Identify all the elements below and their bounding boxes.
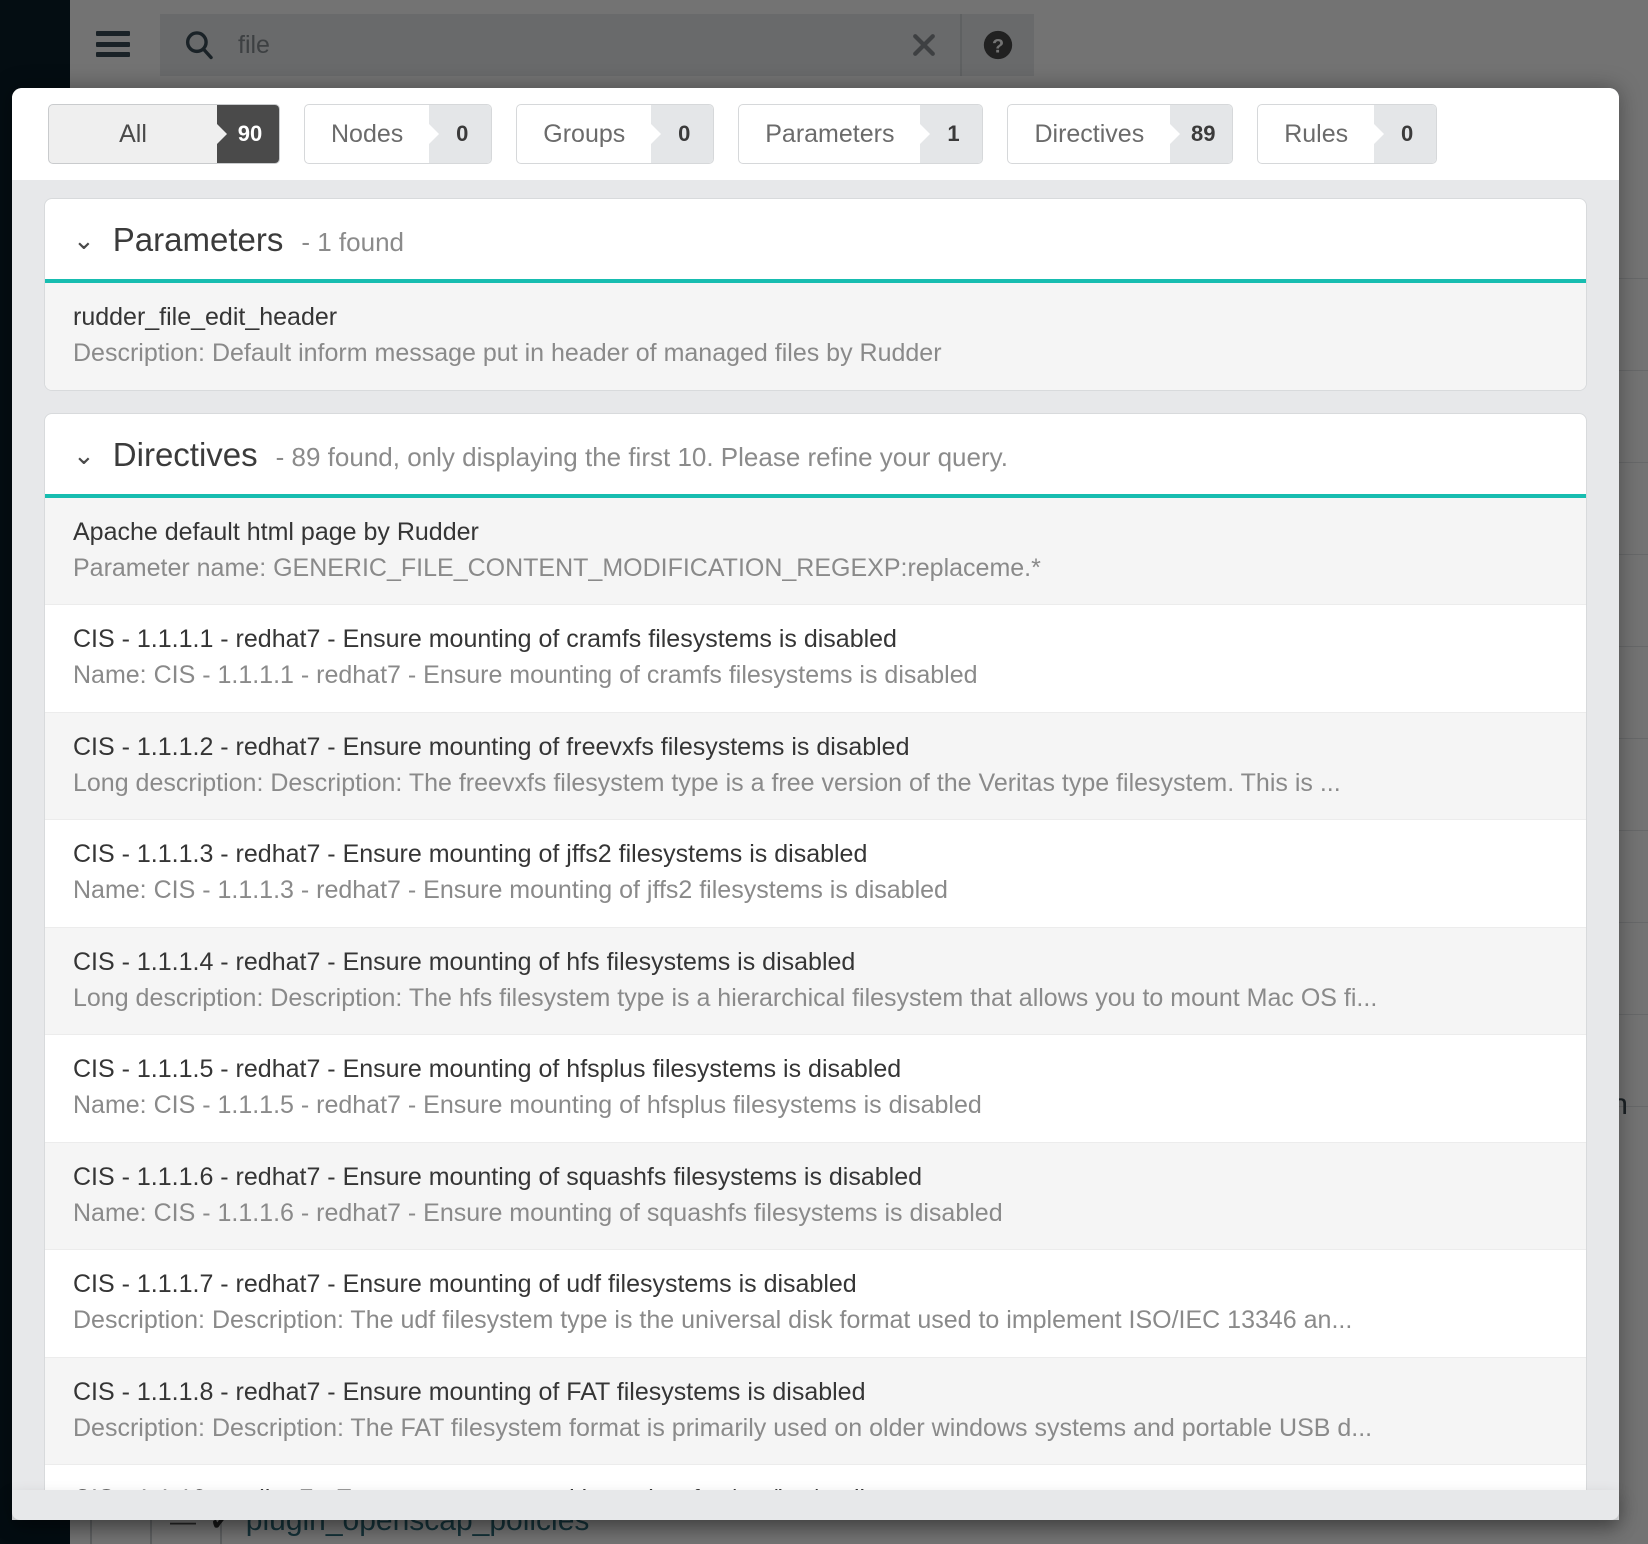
result-item-title: rudder_file_edit_header [73, 299, 1558, 335]
result-section-directives: ⌄ Directives - 89 found, only displaying t… [44, 413, 1587, 1521]
result-item-description: Description: Description: The FAT filesy… [73, 1410, 1558, 1446]
tab-count-badge: 1 [920, 105, 982, 163]
result-section-parameters: ⌄ Parameters - 1 found rudder_file_edit_hea… [44, 198, 1587, 391]
result-item-title: CIS - 1.1.1.4 - redhat7 - Ensure mountin… [73, 944, 1558, 980]
result-item-title: CIS - 1.1.1.3 - redhat7 - Ensure mountin… [73, 836, 1558, 872]
tab-nodes[interactable]: Nodes0 [304, 104, 492, 164]
result-item-title: CIS - 1.1.1.1 - redhat7 - Ensure mountin… [73, 621, 1558, 657]
section-header[interactable]: ⌄ Parameters - 1 found [45, 199, 1586, 283]
result-item[interactable]: CIS - 1.1.1.8 - redhat7 - Ensure mountin… [45, 1358, 1586, 1466]
results-list: ⌄ Parameters - 1 found rudder_file_edit_hea… [12, 180, 1619, 1520]
result-item-description: Description: Default inform message put … [73, 335, 1558, 371]
tab-label: Parameters [739, 105, 920, 163]
result-item[interactable]: CIS - 1.1.1.5 - redhat7 - Ensure mountin… [45, 1035, 1586, 1143]
result-item-title: CIS - 1.1.1.2 - redhat7 - Ensure mountin… [73, 729, 1558, 765]
result-item[interactable]: CIS - 1.1.1.1 - redhat7 - Ensure mountin… [45, 605, 1586, 713]
result-item[interactable]: CIS - 1.1.1.3 - redhat7 - Ensure mountin… [45, 820, 1586, 928]
result-item[interactable]: CIS - 1.1.1.2 - redhat7 - Ensure mountin… [45, 713, 1586, 821]
search-results-modal: All90Nodes0Groups0Parameters1Directives8… [12, 88, 1619, 1520]
result-item-title: Apache default html page by Rudder [73, 514, 1558, 550]
section-subtitle: - 1 found [301, 227, 404, 258]
app-root: ? F an — [0, 0, 1648, 1544]
section-title: Directives [113, 436, 258, 474]
result-item-description: Name: CIS - 1.1.1.3 - redhat7 - Ensure m… [73, 872, 1558, 908]
tab-rules[interactable]: Rules0 [1257, 104, 1437, 164]
result-item[interactable]: CIS - 1.1.1.4 - redhat7 - Ensure mountin… [45, 928, 1586, 1036]
tab-groups[interactable]: Groups0 [516, 104, 714, 164]
tab-all[interactable]: All90 [48, 104, 280, 164]
result-item-description: Parameter name: GENERIC_FILE_CONTENT_MOD… [73, 550, 1558, 586]
result-item-description: Name: CIS - 1.1.1.1 - redhat7 - Ensure m… [73, 657, 1558, 693]
tab-label: Groups [517, 105, 651, 163]
chevron-down-icon[interactable]: ⌄ [73, 442, 95, 468]
chevron-down-icon[interactable]: ⌄ [73, 227, 95, 253]
tab-label: All [49, 105, 217, 163]
result-item[interactable]: CIS - 1.1.1.7 - redhat7 - Ensure mountin… [45, 1250, 1586, 1358]
result-item-title: CIS - 1.1.1.7 - redhat7 - Ensure mountin… [73, 1266, 1558, 1302]
result-item-title: CIS - 1.1.1.8 - redhat7 - Ensure mountin… [73, 1374, 1558, 1410]
tab-directives[interactable]: Directives89 [1007, 104, 1233, 164]
tab-parameters[interactable]: Parameters1 [738, 104, 983, 164]
tab-count-badge: 0 [651, 105, 713, 163]
section-subtitle: - 89 found, only displaying the first 10… [276, 442, 1008, 473]
result-item-description: Name: CIS - 1.1.1.5 - redhat7 - Ensure m… [73, 1087, 1558, 1123]
result-item-description: Description: Description: The udf filesy… [73, 1302, 1558, 1338]
result-item[interactable]: Apache default html page by RudderParame… [45, 498, 1586, 606]
tab-label: Nodes [305, 105, 429, 163]
tab-count-badge: 89 [1170, 105, 1232, 163]
tab-count-badge: 0 [1374, 105, 1436, 163]
tab-count-badge: 0 [429, 105, 491, 163]
section-title: Parameters [113, 221, 284, 259]
result-item-title: CIS - 1.1.1.6 - redhat7 - Ensure mountin… [73, 1159, 1558, 1195]
result-item[interactable]: rudder_file_edit_headerDescription: Defa… [45, 283, 1586, 390]
modal-bottom-edge [12, 1490, 1619, 1520]
tab-count-badge: 90 [217, 105, 279, 163]
result-item[interactable]: CIS - 1.1.1.6 - redhat7 - Ensure mountin… [45, 1143, 1586, 1251]
result-item-title: CIS - 1.1.1.5 - redhat7 - Ensure mountin… [73, 1051, 1558, 1087]
result-item-description: Long description: Description: The hfs f… [73, 980, 1558, 1016]
tab-label: Directives [1008, 105, 1170, 163]
result-item-description: Long description: Description: The freev… [73, 765, 1558, 801]
section-header[interactable]: ⌄ Directives - 89 found, only displaying t… [45, 414, 1586, 498]
result-item-description: Name: CIS - 1.1.1.6 - redhat7 - Ensure m… [73, 1195, 1558, 1231]
results-tab-bar: All90Nodes0Groups0Parameters1Directives8… [12, 88, 1619, 180]
tab-label: Rules [1258, 105, 1374, 163]
